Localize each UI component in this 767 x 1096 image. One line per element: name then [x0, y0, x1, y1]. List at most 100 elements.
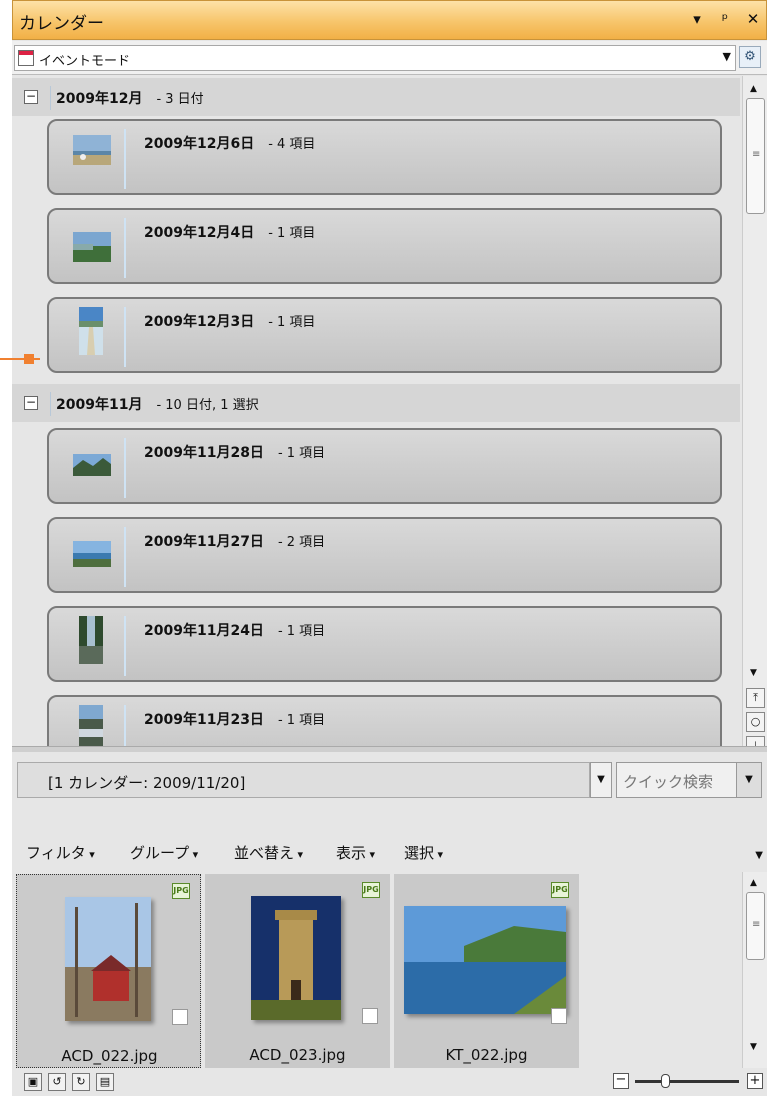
zoom-knob[interactable] — [661, 1074, 670, 1088]
location-path[interactable]: [1 カレンダー: 2009/11/20] — [17, 762, 590, 798]
day-title: 2009年12月4日 - 1 項目 — [144, 225, 316, 241]
day-card-2009-11-28[interactable]: 2009年11月28日 - 1 項目 — [47, 428, 722, 504]
path-row: [1 カレンダー: 2009/11/20] ▼ クイック検索 ▼ — [12, 752, 767, 832]
layout-icon[interactable]: ▤ — [96, 1073, 114, 1091]
rotate-right-icon[interactable]: ↻ — [72, 1073, 90, 1091]
file-name: ACD_022.jpg — [61, 1047, 158, 1065]
select-checkbox[interactable] — [362, 1008, 378, 1024]
day-title: 2009年12月6日 - 4 項目 — [144, 136, 316, 152]
photo-thumbnail — [251, 896, 341, 1020]
thumbnail-image — [79, 307, 103, 355]
file-tile[interactable]: JPG ACD_022.jpg — [16, 874, 201, 1068]
dropdown-icon[interactable]: ▾ — [690, 10, 704, 28]
photo-thumbnail — [65, 897, 151, 1021]
jpg-badge-icon: JPG — [551, 882, 569, 898]
divider — [124, 527, 126, 587]
zoom-out-icon[interactable]: − — [613, 1073, 629, 1089]
day-card-2009-11-24[interactable]: 2009年11月24日 - 1 項目 — [47, 606, 722, 682]
photo-thumbnail — [404, 906, 566, 1014]
thumbnail-image — [73, 541, 111, 567]
scroll-down-icon[interactable]: ▼ — [750, 668, 757, 678]
scroll-top-icon[interactable]: ⤒ — [746, 688, 765, 708]
left-edge — [0, 0, 12, 1096]
scroll-down-icon[interactable]: ▼ — [750, 1042, 757, 1052]
day-card-2009-12-03[interactable]: 2009年12月3日 - 1 項目 — [47, 297, 722, 373]
jpg-badge-icon: JPG — [172, 883, 190, 899]
thumbnail-image — [79, 616, 103, 664]
menu-group[interactable]: グループ — [130, 842, 198, 863]
panel-title: カレンダー — [19, 14, 104, 34]
collapse-icon[interactable]: − — [24, 90, 38, 104]
zoom-in-icon[interactable]: + — [747, 1073, 763, 1089]
divider — [124, 307, 126, 367]
image-icon[interactable]: ▣ — [24, 1073, 42, 1091]
divider — [124, 705, 126, 746]
zoom-track[interactable] — [635, 1080, 739, 1083]
menu-sort[interactable]: 並べ替え — [234, 842, 303, 863]
day-title: 2009年11月27日 - 2 項目 — [144, 534, 326, 550]
mode-select[interactable]: イベントモード ▼ — [14, 45, 736, 71]
day-title: 2009年11月28日 - 1 項目 — [144, 445, 326, 461]
chevron-down-icon: ▼ — [722, 50, 731, 63]
select-checkbox[interactable] — [551, 1008, 567, 1024]
path-text: [1 カレンダー: 2009/11/20] — [48, 774, 246, 792]
collapse-icon[interactable]: − — [24, 396, 38, 410]
scroll-thumb[interactable]: ≡ — [746, 98, 765, 214]
thumbnail-image — [73, 135, 111, 165]
day-title: 2009年11月24日 - 1 項目 — [144, 623, 326, 639]
divider — [124, 616, 126, 676]
group-header-2009-12[interactable]: − 2009年12月 - 3 日付 — [12, 78, 740, 116]
callout-line — [0, 358, 40, 360]
day-title: 2009年12月3日 - 1 項目 — [144, 314, 316, 330]
path-dropdown-icon[interactable]: ▼ — [590, 762, 612, 798]
separator — [50, 392, 51, 416]
thumbnail-image — [73, 232, 111, 262]
file-list-scrollbar[interactable]: ▲ ≡ ▼ — [742, 872, 767, 1068]
thumbnail-image — [79, 705, 103, 746]
thumbnail-image — [73, 454, 111, 476]
event-list-scrollbar[interactable]: ▲ ≡ ▼ ⤒ ○ ⤓ — [742, 76, 767, 756]
divider — [124, 129, 126, 189]
circle-icon[interactable]: ○ — [746, 712, 765, 732]
day-card-2009-11-27[interactable]: 2009年11月27日 - 2 項目 — [47, 517, 722, 593]
overflow-icon[interactable]: ▼ — [755, 850, 763, 861]
scroll-thumb[interactable]: ≡ — [746, 892, 765, 960]
file-list: JPG ACD_022.jpg JPG ACD_023.jpg JPG KT_0… — [12, 872, 742, 1068]
group-title: 2009年11月 - 10 日付, 1 選択 — [56, 397, 259, 413]
event-list: − 2009年12月 - 3 日付 2009年12月6日 - 4 項目 2009年1… — [12, 76, 742, 746]
file-tile[interactable]: JPG KT_022.jpg — [394, 874, 579, 1068]
settings-gear-icon[interactable]: ⚙ — [739, 46, 761, 68]
mode-row: イベントモード ▼ ⚙ — [12, 41, 767, 75]
scroll-up-icon[interactable]: ▲ — [750, 878, 757, 888]
day-card-2009-12-06[interactable]: 2009年12月6日 - 4 項目 — [47, 119, 722, 195]
quick-search-dropdown-icon[interactable]: ▼ — [736, 762, 762, 798]
day-title: 2009年11月23日 - 1 項目 — [144, 712, 326, 728]
file-tile[interactable]: JPG ACD_023.jpg — [205, 874, 390, 1068]
divider — [124, 438, 126, 498]
menu-view[interactable]: 表示 — [336, 842, 375, 863]
menu-filter[interactable]: フィルタ — [26, 842, 95, 863]
zoom-slider[interactable]: − + — [613, 1073, 763, 1091]
quick-search-placeholder: クイック検索 — [623, 773, 714, 791]
panel-title-bar: カレンダー ▾ ᵖ ✕ — [12, 0, 767, 40]
group-title: 2009年12月 - 3 日付 — [56, 91, 204, 107]
group-header-2009-11[interactable]: − 2009年11月 - 10 日付, 1 選択 — [12, 384, 740, 422]
select-checkbox[interactable] — [172, 1009, 188, 1025]
jpg-badge-icon: JPG — [362, 882, 380, 898]
rotate-left-icon[interactable]: ↺ — [48, 1073, 66, 1091]
quick-search-input[interactable]: クイック検索 — [616, 762, 737, 798]
grip-icon: ≡ — [752, 919, 761, 930]
bottom-toolbar: ▣ ↺ ↻ ▤ − + — [12, 1068, 767, 1096]
file-name: ACD_023.jpg — [249, 1046, 346, 1064]
mode-label: イベントモード — [39, 54, 131, 69]
scroll-up-icon[interactable]: ▲ — [750, 84, 757, 94]
callout-marker — [24, 354, 34, 364]
day-card-2009-12-04[interactable]: 2009年12月4日 - 1 項目 — [47, 208, 722, 284]
pin-icon[interactable]: ᵖ — [718, 10, 732, 28]
day-card-2009-11-23[interactable]: 2009年11月23日 - 1 項目 — [47, 695, 722, 746]
grip-icon: ≡ — [752, 149, 761, 160]
menu-select[interactable]: 選択 — [404, 842, 443, 863]
window-controls: ▾ ᵖ ✕ — [690, 10, 760, 28]
calendar-icon — [18, 50, 34, 66]
close-icon[interactable]: ✕ — [746, 10, 760, 28]
